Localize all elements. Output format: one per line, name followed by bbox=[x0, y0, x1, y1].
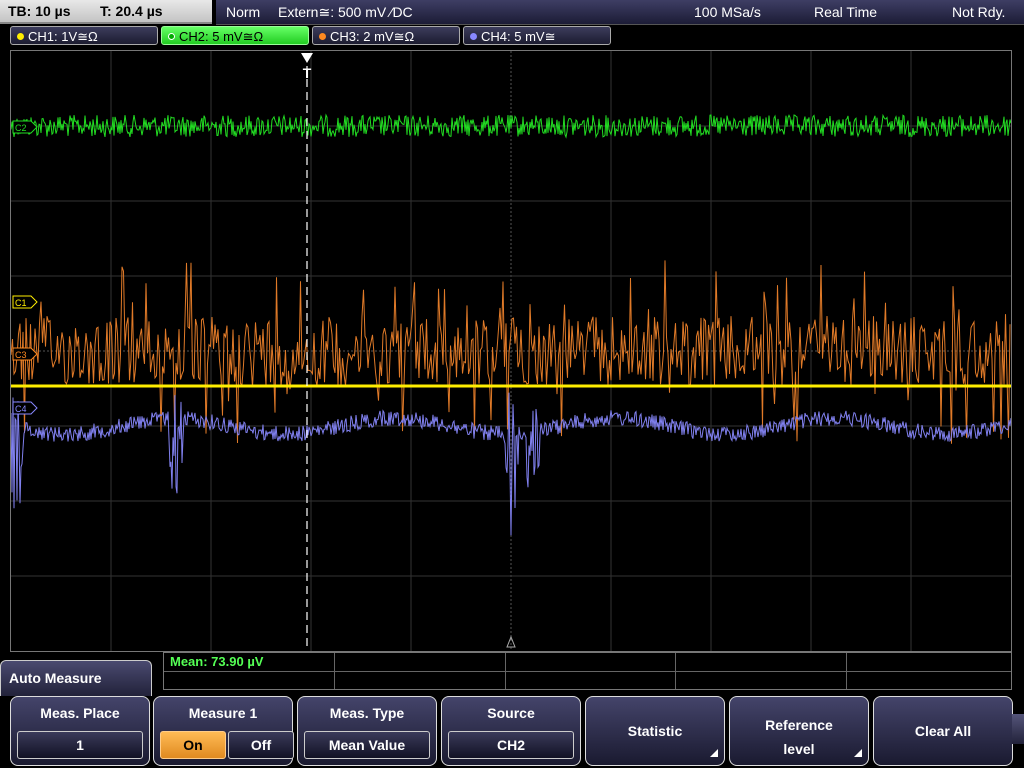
tab-ch4[interactable]: CH4: 5 mV≅ bbox=[463, 26, 611, 45]
ch3-marker-label: C3 bbox=[15, 350, 27, 360]
trigger-source[interactable]: Extern≅: 500 mV ⁄DC bbox=[278, 0, 413, 24]
meas-type-softkey[interactable]: Meas. Type Mean Value bbox=[297, 696, 437, 766]
waveform-canvas: T C2 C1 C3 C4 bbox=[11, 51, 1011, 651]
source-value[interactable]: CH2 bbox=[448, 731, 574, 759]
ch1-marker-label: C1 bbox=[15, 298, 27, 308]
trigger-marker-label: T bbox=[303, 65, 312, 81]
ch3-offset-marker[interactable]: C3 bbox=[12, 347, 38, 361]
tab-ch2[interactable]: CH2: 5 mV≅Ω bbox=[161, 26, 309, 45]
measure1-on-button[interactable]: On bbox=[160, 731, 226, 759]
timebase-box[interactable]: TB: 10 µs T: 20.4 µs bbox=[0, 0, 212, 24]
clear-all-label: Clear All bbox=[914, 723, 972, 739]
ch4-marker-label: C4 bbox=[15, 404, 27, 414]
ch4-offset-marker[interactable]: C4 bbox=[12, 401, 38, 415]
clear-all-softkey[interactable]: Clear All bbox=[873, 696, 1013, 766]
ch2-label: CH2: 5 mV≅Ω bbox=[179, 29, 264, 44]
timebase-label: TB: 10 µs bbox=[8, 3, 71, 19]
measure1-caption: Measure 1 bbox=[188, 705, 258, 721]
ch4-dot-icon bbox=[470, 33, 477, 40]
waveform-display[interactable]: T C2 C1 C3 C4 bbox=[10, 50, 1012, 652]
meas-place-caption: Meas. Place bbox=[40, 705, 120, 721]
tab-ch3[interactable]: CH3: 2 mV≅Ω bbox=[312, 26, 460, 45]
reference-label-line2: level bbox=[783, 741, 815, 757]
sample-rate: 100 MSa/s bbox=[694, 4, 761, 20]
status-bar: TB: 10 µs T: 20.4 µs Norm Extern≅: 500 m… bbox=[0, 0, 1024, 25]
submenu-arrow-icon bbox=[710, 749, 718, 757]
meas-place-value[interactable]: 1 bbox=[17, 731, 143, 759]
trigger-time-label: T: 20.4 µs bbox=[100, 3, 163, 19]
channel-tabs: CH1: 1V≅Ω CH2: 5 mV≅Ω CH3: 2 mV≅Ω CH4: 5… bbox=[0, 26, 1024, 48]
reference-label-line1: Reference bbox=[765, 717, 833, 733]
measurement-bar: Mean: 73.90 µV bbox=[163, 652, 1012, 690]
meas-place-softkey[interactable]: Meas. Place 1 bbox=[10, 696, 150, 766]
source-caption: Source bbox=[487, 705, 535, 721]
tab-ch1[interactable]: CH1: 1V≅Ω bbox=[10, 26, 158, 45]
meas-type-caption: Meas. Type bbox=[329, 705, 405, 721]
trigger-status-strip: Norm Extern≅: 500 mV ⁄DC 100 MSa/s Real … bbox=[216, 0, 1024, 25]
submenu-arrow-icon bbox=[854, 749, 862, 757]
statistic-softkey[interactable]: Statistic bbox=[585, 696, 725, 766]
horizontal-center-marker-icon bbox=[506, 635, 516, 648]
statistic-label: Statistic bbox=[627, 723, 683, 739]
measure1-off-button[interactable]: Off bbox=[228, 731, 294, 759]
menu-scroll-handle[interactable] bbox=[1012, 714, 1024, 744]
ch3-label: CH3: 2 mV≅Ω bbox=[330, 29, 415, 44]
reference-level-softkey[interactable]: Reference level bbox=[729, 696, 869, 766]
source-softkey[interactable]: Source CH2 bbox=[441, 696, 581, 766]
ch2-marker-label: C2 bbox=[15, 123, 27, 133]
acquisition-mode: Real Time bbox=[814, 4, 878, 20]
meas-type-value[interactable]: Mean Value bbox=[304, 731, 430, 759]
ch1-offset-marker[interactable]: C1 bbox=[12, 295, 38, 309]
trigger-mode[interactable]: Norm bbox=[226, 0, 260, 24]
mean-readout: Mean: 73.90 µV bbox=[170, 654, 264, 669]
ch1-label: CH1: 1V≅Ω bbox=[28, 29, 98, 44]
ch2-offset-marker[interactable]: C2 bbox=[12, 120, 38, 134]
ch2-dot-icon bbox=[168, 33, 175, 40]
menu-title: Auto Measure bbox=[0, 660, 152, 696]
measure1-softkey[interactable]: Measure 1 On Off bbox=[153, 696, 294, 766]
ch3-dot-icon bbox=[319, 33, 326, 40]
ch4-label: CH4: 5 mV≅ bbox=[481, 29, 556, 44]
ch1-dot-icon bbox=[17, 33, 24, 40]
trigger-state: Not Rdy. bbox=[952, 4, 1006, 20]
